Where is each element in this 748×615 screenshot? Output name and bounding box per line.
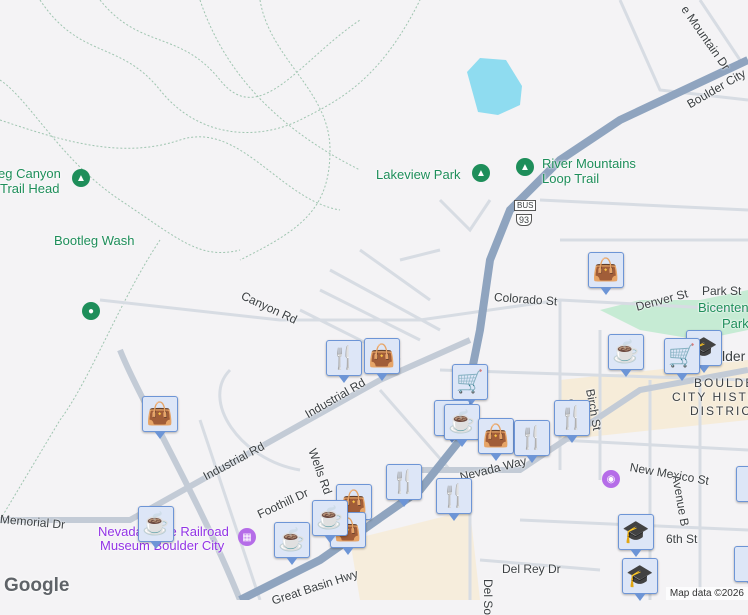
shopping-marker-icon[interactable]: 👜 [588, 252, 624, 288]
label-river-mountains: River Mountains [542, 156, 636, 171]
label-district-1: BOULDE [694, 376, 748, 390]
restaurant-marker-icon[interactable]: 🍴 [554, 400, 590, 436]
cafe-marker-icon[interactable]: ☕ [274, 522, 310, 558]
museum-pin-icon[interactable]: ▦ [238, 528, 256, 546]
school-marker-icon[interactable]: 🎓 [618, 514, 654, 550]
label-bootleg-wash: Bootleg Wash [54, 233, 134, 248]
us-93-shield: 93 [516, 214, 532, 226]
restaurant-marker-icon[interactable]: 🍴 [326, 340, 362, 376]
restaurant-marker-icon[interactable]: 🍴 [514, 420, 550, 456]
label-district-2: CITY HISTO [672, 390, 748, 404]
cafe-marker-icon[interactable]: ☕ [138, 506, 174, 542]
label-lakeview-park: Lakeview Park [376, 167, 461, 182]
lake [467, 58, 522, 115]
label-del-rey-dr: Del Rey Dr [502, 562, 561, 576]
cafe-marker-icon[interactable]: ☕ [608, 334, 644, 370]
label-bicentennial: Bicenten [698, 300, 748, 315]
label-del-sol: Del So [481, 579, 495, 615]
label-park-st: Park St [702, 284, 741, 298]
cafe-marker-icon[interactable]: ☕ [312, 500, 348, 536]
grocery-marker-icon[interactable]: 🛒 [664, 338, 700, 374]
marker-icon[interactable] [736, 466, 748, 502]
marker-icon[interactable] [734, 546, 748, 582]
shopping-marker-icon[interactable]: 👜 [142, 396, 178, 432]
attraction-pin-icon[interactable]: ◉ [602, 470, 620, 488]
label-bootleg-canyon: eg Canyon [0, 166, 61, 181]
bus-93-shield: BUS [514, 200, 536, 211]
school-marker-icon[interactable]: 🎓 [622, 558, 658, 594]
park-pin-icon[interactable]: ● [82, 302, 100, 320]
shopping-marker-icon[interactable]: 👜 [478, 418, 514, 454]
restaurant-marker-icon[interactable]: 🍴 [436, 478, 472, 514]
grocery-marker-icon[interactable]: 🛒 [452, 364, 488, 400]
trails [0, 0, 420, 520]
map-attribution[interactable]: Map data ©2026 [666, 587, 748, 600]
park-pin-icon[interactable]: ▲ [472, 164, 490, 182]
label-boulder-city: lder Ci [722, 348, 748, 364]
google-logo: Google [4, 575, 69, 597]
park-pin-icon[interactable]: ▲ [516, 158, 534, 176]
park-pin-icon[interactable]: ▲ [72, 169, 90, 187]
cafe-marker-icon[interactable]: ☕ [444, 404, 480, 440]
label-trail-head: Trail Head [0, 181, 59, 196]
label-loop-trail: Loop Trail [542, 171, 599, 186]
label-6th-st: 6th St [666, 532, 697, 546]
restaurant-marker-icon[interactable]: 🍴 [386, 464, 422, 500]
label-district-3: DISTRIC [690, 404, 748, 418]
shopping-marker-icon[interactable]: 👜 [364, 338, 400, 374]
label-bicentennial-park: Park [722, 316, 748, 331]
